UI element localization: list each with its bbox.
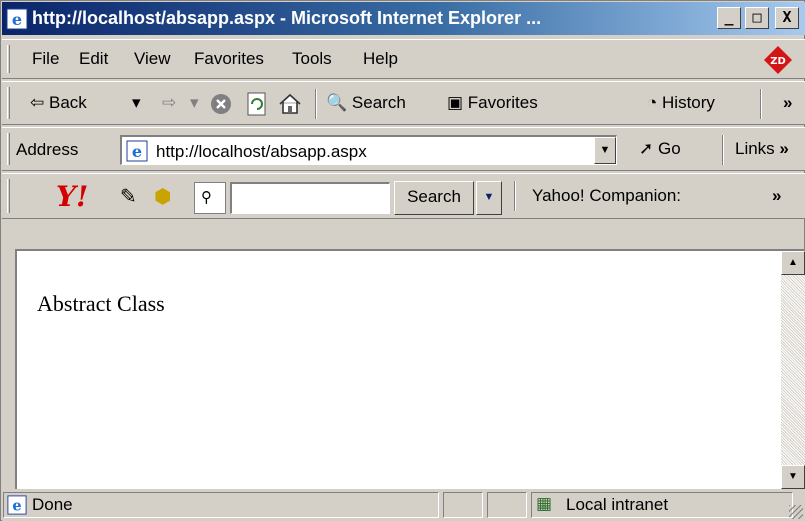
links-button[interactable]: Links » bbox=[735, 139, 789, 159]
links-label: Links bbox=[735, 139, 775, 158]
intranet-zone-icon: ▦ bbox=[536, 494, 553, 513]
status-cell-empty bbox=[487, 492, 527, 518]
browser-window: e http://localhost/absapp.aspx - Microso… bbox=[0, 0, 805, 521]
search-icon: 🔍 bbox=[326, 93, 348, 112]
back-label: Back bbox=[48, 93, 87, 112]
pencil-icon[interactable]: ✎ bbox=[120, 184, 137, 209]
zone-label: Local intranet bbox=[566, 495, 669, 514]
yahoo-search-input[interactable] bbox=[230, 182, 390, 214]
ie-status-icon: e bbox=[7, 495, 27, 515]
refresh-icon[interactable] bbox=[246, 92, 268, 116]
menu-bar: File Edit View Favorites Tools Help ZD bbox=[2, 39, 805, 79]
yahoo-more-chevron-icon[interactable]: » bbox=[772, 186, 781, 206]
go-arrow-icon: ➚ bbox=[639, 139, 654, 158]
minimize-button[interactable]: _ bbox=[717, 7, 741, 29]
back-arrow-icon: ⇦ bbox=[30, 93, 45, 112]
resize-grip-icon[interactable] bbox=[789, 505, 803, 519]
home-icon[interactable] bbox=[278, 92, 302, 116]
menu-edit[interactable]: Edit bbox=[79, 49, 108, 69]
svg-text:e: e bbox=[132, 142, 142, 161]
forward-dropdown-icon[interactable]: ▾ bbox=[190, 93, 199, 113]
favorites-button[interactable]: ▣ Favorites bbox=[447, 93, 538, 113]
magnifier-icon: ⚲ bbox=[201, 189, 212, 206]
yahoo-search-dropdown-button[interactable]: ▼ bbox=[476, 181, 502, 215]
links-more-chevron-icon: » bbox=[779, 139, 789, 158]
yahoo-search-button[interactable]: Search bbox=[394, 181, 474, 215]
address-url: http://localhost/absapp.aspx bbox=[156, 142, 367, 161]
menu-file[interactable]: File bbox=[32, 49, 59, 69]
history-icon: ◔ bbox=[647, 93, 658, 112]
toolbar-separator bbox=[315, 89, 317, 119]
address-dropdown-button[interactable]: ▼ bbox=[594, 137, 616, 164]
address-bar: Address e http://localhost/absapp.aspx ▼… bbox=[2, 127, 805, 171]
yahoo-logo-icon[interactable]: Y! bbox=[56, 180, 88, 213]
yahoo-companion-bar: Y! ✎ ⬢ ⚲ Search ▼ Yahoo! Companion: » bbox=[2, 173, 805, 219]
menu-tools[interactable]: Tools bbox=[292, 49, 332, 69]
yahoobar-grip[interactable] bbox=[7, 179, 10, 213]
svg-text:ZD: ZD bbox=[770, 56, 786, 67]
menu-help[interactable]: Help bbox=[363, 49, 398, 69]
toolbar-more-chevron-icon[interactable]: » bbox=[783, 93, 792, 113]
scroll-up-button[interactable]: ▲ bbox=[781, 251, 805, 275]
addressbar-separator bbox=[722, 135, 724, 165]
status-cell-empty bbox=[443, 492, 483, 518]
toolbar-grip[interactable] bbox=[7, 87, 10, 119]
status-main-cell: e Done bbox=[3, 492, 439, 518]
page-content: Abstract Class ▲ ▼ bbox=[15, 249, 805, 489]
menu-favorites[interactable]: Favorites bbox=[194, 49, 264, 69]
stop-icon[interactable] bbox=[209, 92, 233, 116]
status-bar: e Done ▦ Local intranet bbox=[2, 489, 805, 521]
page-heading-text: Abstract Class bbox=[37, 291, 165, 316]
window-title: http://localhost/absapp.aspx - Microsoft… bbox=[32, 8, 542, 28]
search-label: Search bbox=[351, 93, 406, 112]
status-text: Done bbox=[32, 495, 73, 514]
page-ie-icon: e bbox=[126, 140, 148, 162]
maximize-button[interactable]: □ bbox=[745, 7, 769, 29]
standard-toolbar: ⇦ Back ▾ ⇨ ▾ 🔍 Search ▣ Favorites ◔ Hist… bbox=[2, 81, 805, 125]
toolbar-separator bbox=[760, 89, 762, 119]
status-zone-cell: ▦ Local intranet bbox=[531, 492, 793, 518]
addressbar-grip[interactable] bbox=[7, 133, 10, 165]
ie-logo-icon: e bbox=[6, 8, 28, 30]
yahoo-companion-label[interactable]: Yahoo! Companion: bbox=[532, 186, 681, 206]
scroll-down-button[interactable]: ▼ bbox=[781, 465, 805, 489]
go-label: Go bbox=[657, 139, 681, 158]
back-button[interactable]: ⇦ Back bbox=[30, 93, 87, 113]
search-button[interactable]: 🔍 Search bbox=[326, 93, 406, 113]
favorites-icon: ▣ bbox=[447, 93, 464, 112]
menu-view[interactable]: View bbox=[134, 49, 171, 69]
favorites-label: Favorites bbox=[467, 93, 538, 112]
history-label: History bbox=[662, 93, 715, 112]
vertical-scrollbar[interactable]: ▲ ▼ bbox=[781, 251, 805, 489]
title-bar: e http://localhost/absapp.aspx - Microso… bbox=[2, 2, 805, 35]
yahoobar-separator bbox=[514, 181, 516, 211]
go-button[interactable]: ➚ Go bbox=[639, 139, 681, 159]
back-dropdown-icon[interactable]: ▾ bbox=[132, 93, 141, 113]
search-type-button[interactable]: ⚲ bbox=[194, 182, 226, 214]
forward-arrow-icon[interactable]: ⇨ bbox=[162, 93, 176, 113]
close-button[interactable]: X bbox=[775, 7, 799, 29]
zd-logo-icon: ZD bbox=[764, 46, 792, 74]
address-input[interactable]: e http://localhost/absapp.aspx ▼ bbox=[120, 135, 617, 165]
package-icon[interactable]: ⬢ bbox=[154, 184, 171, 209]
svg-text:e: e bbox=[12, 10, 22, 29]
svg-text:e: e bbox=[12, 497, 21, 514]
menubar-grip[interactable] bbox=[7, 45, 10, 73]
history-button[interactable]: ◔ History bbox=[647, 93, 715, 113]
address-label: Address bbox=[16, 140, 79, 159]
